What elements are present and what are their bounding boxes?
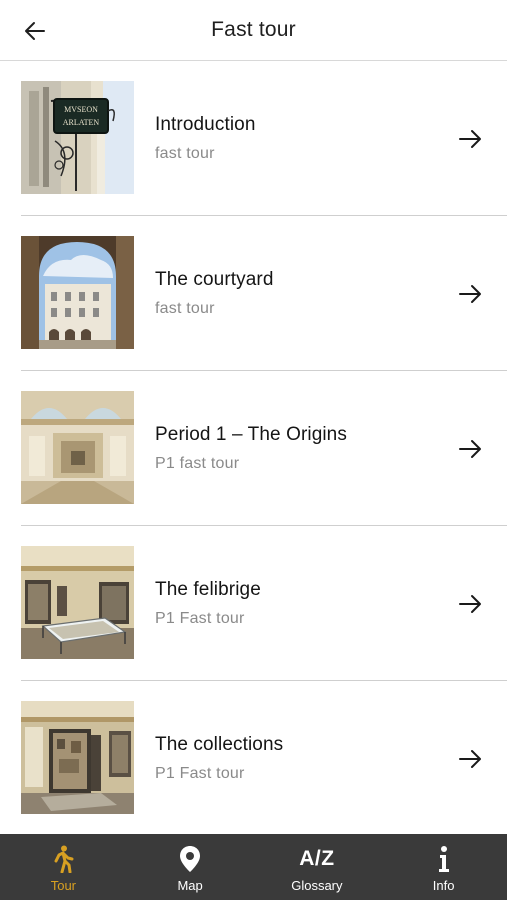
arrow-right-icon xyxy=(459,285,481,303)
tab-label: Glossary xyxy=(291,878,343,893)
bottom-tab-bar: Tour Map A/Z Glossary Info xyxy=(0,834,507,900)
tour-list: MVSEON ARLATEN Introduction fast tour Th… xyxy=(0,61,507,834)
tab-info[interactable]: Info xyxy=(380,834,507,900)
tour-item-the-felibrige[interactable]: The felibrige P1 Fast tour xyxy=(0,526,507,681)
tab-tour[interactable]: Tour xyxy=(0,834,127,900)
item-title: The collections xyxy=(155,734,284,755)
tab-label: Tour xyxy=(50,878,77,893)
sign-line1: MVSEON xyxy=(64,105,98,114)
tour-item-period-1-the-origins[interactable]: Period 1 – The Origins P1 fast tour xyxy=(0,371,507,526)
sign-line2: ARLATEN xyxy=(63,118,100,127)
top-bar: Fast tour xyxy=(0,0,507,61)
arrow-right-icon xyxy=(459,440,481,458)
tour-item-the-collections[interactable]: The collections P1 Fast tour xyxy=(0,681,507,834)
tab-label: Info xyxy=(432,878,455,893)
tour-item-the-courtyard[interactable]: The courtyard fast tour xyxy=(0,216,507,371)
item-subtitle: P1 fast tour xyxy=(155,455,240,472)
tab-glossary[interactable]: A/Z Glossary xyxy=(254,834,381,900)
item-title: The felibrige xyxy=(155,579,261,600)
az-text-icon: A/Z xyxy=(299,847,335,870)
tour-item-introduction[interactable]: MVSEON ARLATEN Introduction fast tour xyxy=(0,61,507,216)
collection-cabinet-photo xyxy=(21,701,134,814)
arrow-right-icon xyxy=(459,130,481,148)
item-subtitle: fast tour xyxy=(155,300,215,317)
arrow-right-icon xyxy=(459,750,481,768)
item-subtitle: P1 Fast tour xyxy=(155,765,245,782)
tab-label: Map xyxy=(177,878,203,893)
item-title: Introduction xyxy=(155,114,256,135)
item-title: Period 1 – The Origins xyxy=(155,424,347,445)
tab-map[interactable]: Map xyxy=(127,834,254,900)
courtyard-photo xyxy=(21,236,134,349)
page-title: Fast tour xyxy=(211,18,296,41)
item-subtitle: fast tour xyxy=(155,145,215,162)
display-case-room-photo xyxy=(21,546,134,659)
museum-sign-photo: MVSEON ARLATEN xyxy=(21,81,134,194)
map-pin-icon xyxy=(180,846,201,872)
app-screen: Fast tour MVSEON ARLATEN Introduction fa… xyxy=(0,0,507,900)
info-icon xyxy=(438,846,449,872)
gallery-room-photo xyxy=(21,391,134,504)
item-subtitle: P1 Fast tour xyxy=(155,610,245,627)
walking-person-icon xyxy=(54,845,74,873)
item-title: The courtyard xyxy=(155,269,274,290)
arrow-right-icon xyxy=(459,595,481,613)
